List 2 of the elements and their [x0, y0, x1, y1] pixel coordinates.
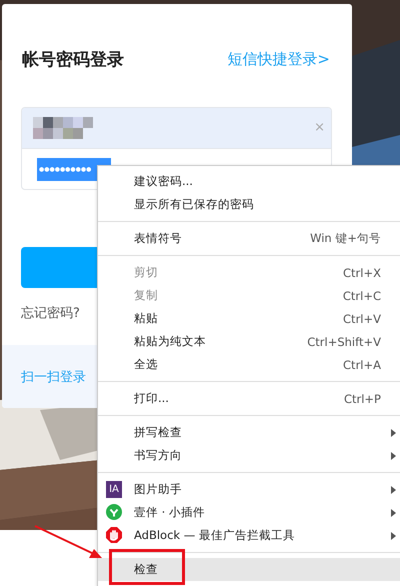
- ia-icon: IA: [106, 481, 122, 498]
- login-title: 帐号密码登录: [22, 49, 124, 71]
